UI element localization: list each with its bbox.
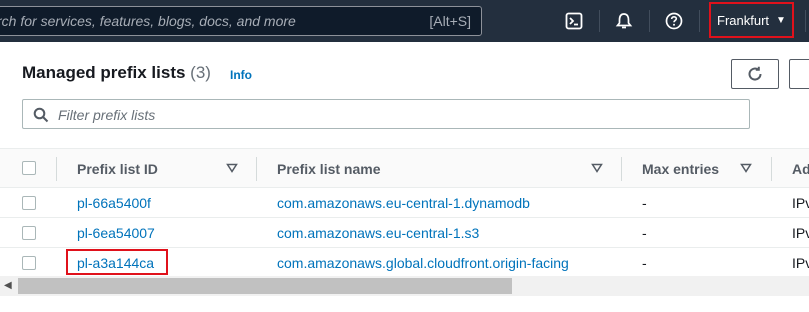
column-separator — [771, 157, 772, 181]
column-header-max-entries[interactable]: Max entries — [642, 161, 719, 177]
row-checkbox[interactable] — [22, 256, 36, 270]
max-entries-value: - — [642, 195, 647, 211]
column-header-address-family[interactable]: Ad — [792, 161, 809, 177]
column-header-prefix-list-name[interactable]: Prefix list name — [277, 161, 381, 177]
row-checkbox[interactable] — [22, 226, 36, 240]
info-link[interactable]: Info — [230, 68, 252, 82]
column-separator — [256, 157, 257, 181]
sort-icon[interactable] — [740, 162, 752, 174]
search-icon — [33, 107, 49, 123]
caret-down-icon: ▼ — [776, 14, 786, 26]
table-row[interactable]: pl-66a5400f com.amazonaws.eu-central-1.d… — [0, 188, 809, 218]
prefix-list-name-link[interactable]: com.amazonaws.global.cloudfront.origin-f… — [277, 255, 569, 271]
address-family-value: IPv — [792, 195, 809, 211]
table-header: Prefix list ID Prefix list name Max entr… — [0, 148, 809, 188]
prefix-list-id-link[interactable]: pl-6ea54007 — [77, 225, 155, 241]
refresh-icon — [748, 66, 762, 81]
row-checkbox[interactable] — [22, 196, 36, 210]
scrollbar-thumb[interactable] — [18, 278, 512, 294]
prefix-list-name-link[interactable]: com.amazonaws.eu-central-1.s3 — [277, 225, 479, 241]
nav-divider — [805, 10, 806, 32]
column-header-prefix-list-id[interactable]: Prefix list ID — [77, 161, 158, 177]
prefix-lists-panel: Managed prefix lists (3) Info Filter pre… — [0, 42, 809, 312]
top-navigation-bar: rch for services, features, blogs, docs,… — [0, 0, 809, 42]
sort-icon[interactable] — [591, 162, 603, 174]
region-selector[interactable]: Frankfurt ▼ — [709, 2, 794, 38]
address-family-value: IPv — [792, 225, 809, 241]
address-family-value: IPv — [792, 255, 809, 271]
filter-input[interactable]: Filter prefix lists — [22, 99, 750, 129]
search-shortcut-hint: [Alt+S] — [429, 13, 471, 29]
cloudshell-icon[interactable] — [563, 10, 585, 32]
horizontal-scrollbar[interactable]: ◀ — [0, 276, 809, 296]
select-all-checkbox[interactable] — [22, 161, 36, 175]
sort-icon[interactable] — [226, 162, 238, 174]
nav-divider — [649, 10, 650, 32]
scroll-left-icon[interactable]: ◀ — [4, 280, 12, 291]
prefix-list-name-link[interactable]: com.amazonaws.eu-central-1.dynamodb — [277, 195, 530, 211]
column-separator — [621, 157, 622, 181]
actions-button[interactable] — [789, 59, 809, 89]
refresh-button[interactable] — [731, 59, 779, 89]
max-entries-value: - — [642, 225, 647, 241]
filter-placeholder: Filter prefix lists — [58, 107, 156, 123]
prefix-list-id-link[interactable]: pl-66a5400f — [77, 195, 151, 211]
nav-divider — [699, 10, 700, 32]
table-row[interactable]: pl-a3a144ca com.amazonaws.global.cloudfr… — [0, 248, 809, 278]
help-icon[interactable] — [663, 10, 685, 32]
global-search-input[interactable]: rch for services, features, blogs, docs,… — [0, 6, 482, 36]
page-title: Managed prefix lists (3) — [22, 63, 211, 83]
bell-icon[interactable] — [613, 10, 635, 32]
max-entries-value: - — [642, 255, 647, 271]
nav-divider — [599, 10, 600, 32]
prefix-list-id-link[interactable]: pl-a3a144ca — [77, 255, 154, 271]
region-label: Frankfurt — [717, 12, 770, 28]
table-row[interactable]: pl-6ea54007 com.amazonaws.eu-central-1.s… — [0, 218, 809, 248]
page-title-text: Managed prefix lists — [22, 63, 186, 82]
item-count: (3) — [190, 63, 211, 82]
search-placeholder: rch for services, features, blogs, docs,… — [0, 13, 296, 29]
column-separator — [56, 157, 57, 181]
